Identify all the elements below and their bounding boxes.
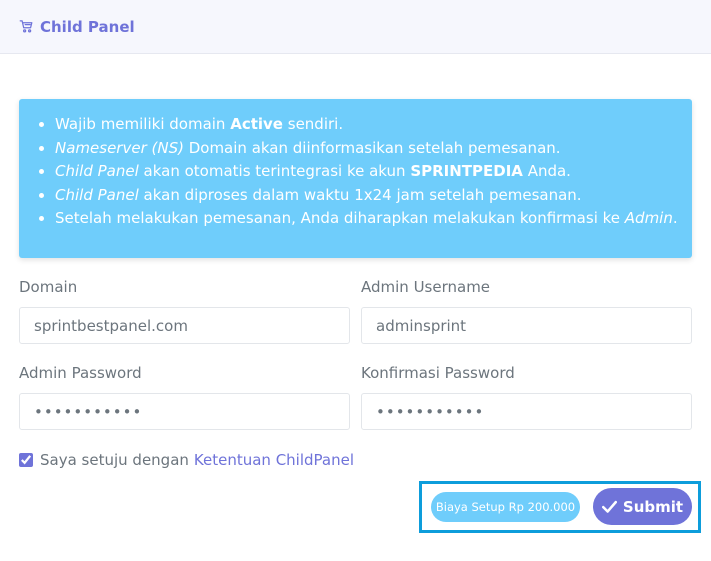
notice-text: Anda. xyxy=(522,162,571,180)
notice-text: sendiri. xyxy=(282,115,344,133)
notice-text: Domain akan diinformasikan setelah pemes… xyxy=(183,138,561,157)
card-header: Child Panel xyxy=(0,0,711,54)
notice-text: akan diproses dalam waktu 1x24 jam setel… xyxy=(138,185,582,204)
notice-text: Active xyxy=(230,115,283,133)
notice-item: Child Panel akan diproses dalam waktu 1x… xyxy=(55,184,692,208)
notice-text: Admin xyxy=(624,209,673,227)
notice-item: Child Panel akan otomatis terintegrasi k… xyxy=(55,160,692,184)
terms-row: Saya setuju dengan Ketentuan ChildPanel xyxy=(19,451,354,469)
notice-text: akan otomatis terintegrasi ke akun xyxy=(138,162,411,180)
admin-username-label: Admin Username xyxy=(361,278,491,296)
setup-fee-badge: Biaya Setup Rp 200.000 xyxy=(431,492,580,522)
notice-text: Child Panel xyxy=(55,185,139,204)
notice-text: . xyxy=(672,209,678,227)
notice-item: Wajib memiliki domain Active sendiri. xyxy=(55,113,692,137)
domain-input[interactable] xyxy=(19,307,350,344)
domain-label: Domain xyxy=(19,278,78,296)
admin-password-input[interactable] xyxy=(19,393,350,430)
submit-label: Submit xyxy=(622,497,684,516)
terms-checkbox[interactable] xyxy=(19,453,33,467)
notice-text: Child Panel xyxy=(55,162,139,180)
notice-text: Setelah melakukan pemesanan, Anda dihara… xyxy=(55,209,625,227)
page-title: Child Panel xyxy=(40,17,135,36)
notice-text: SPRINTPEDIA xyxy=(410,162,523,180)
submit-button[interactable]: Submit xyxy=(593,488,692,525)
notice-item: Setelah melakukan pemesanan, Anda dihara… xyxy=(55,207,692,231)
terms-link[interactable]: Ketentuan ChildPanel xyxy=(194,451,354,469)
confirm-password-input[interactable] xyxy=(361,393,692,430)
notice-list: Wajib memiliki domain Active sendiri.Nam… xyxy=(19,99,692,231)
admin-username-input[interactable] xyxy=(361,307,692,344)
confirm-password-label: Konfirmasi Password xyxy=(361,364,515,382)
admin-password-label: Admin Password xyxy=(19,364,142,382)
cart-icon xyxy=(19,19,34,34)
info-alert: Wajib memiliki domain Active sendiri.Nam… xyxy=(19,99,692,258)
notice-text: Nameserver (NS) xyxy=(55,138,184,157)
notice-text: Wajib memiliki domain xyxy=(55,115,231,133)
notice-item: Nameserver (NS) Domain akan diinformasik… xyxy=(55,137,692,161)
check-icon xyxy=(601,500,617,513)
terms-text: Saya setuju dengan xyxy=(40,451,189,469)
